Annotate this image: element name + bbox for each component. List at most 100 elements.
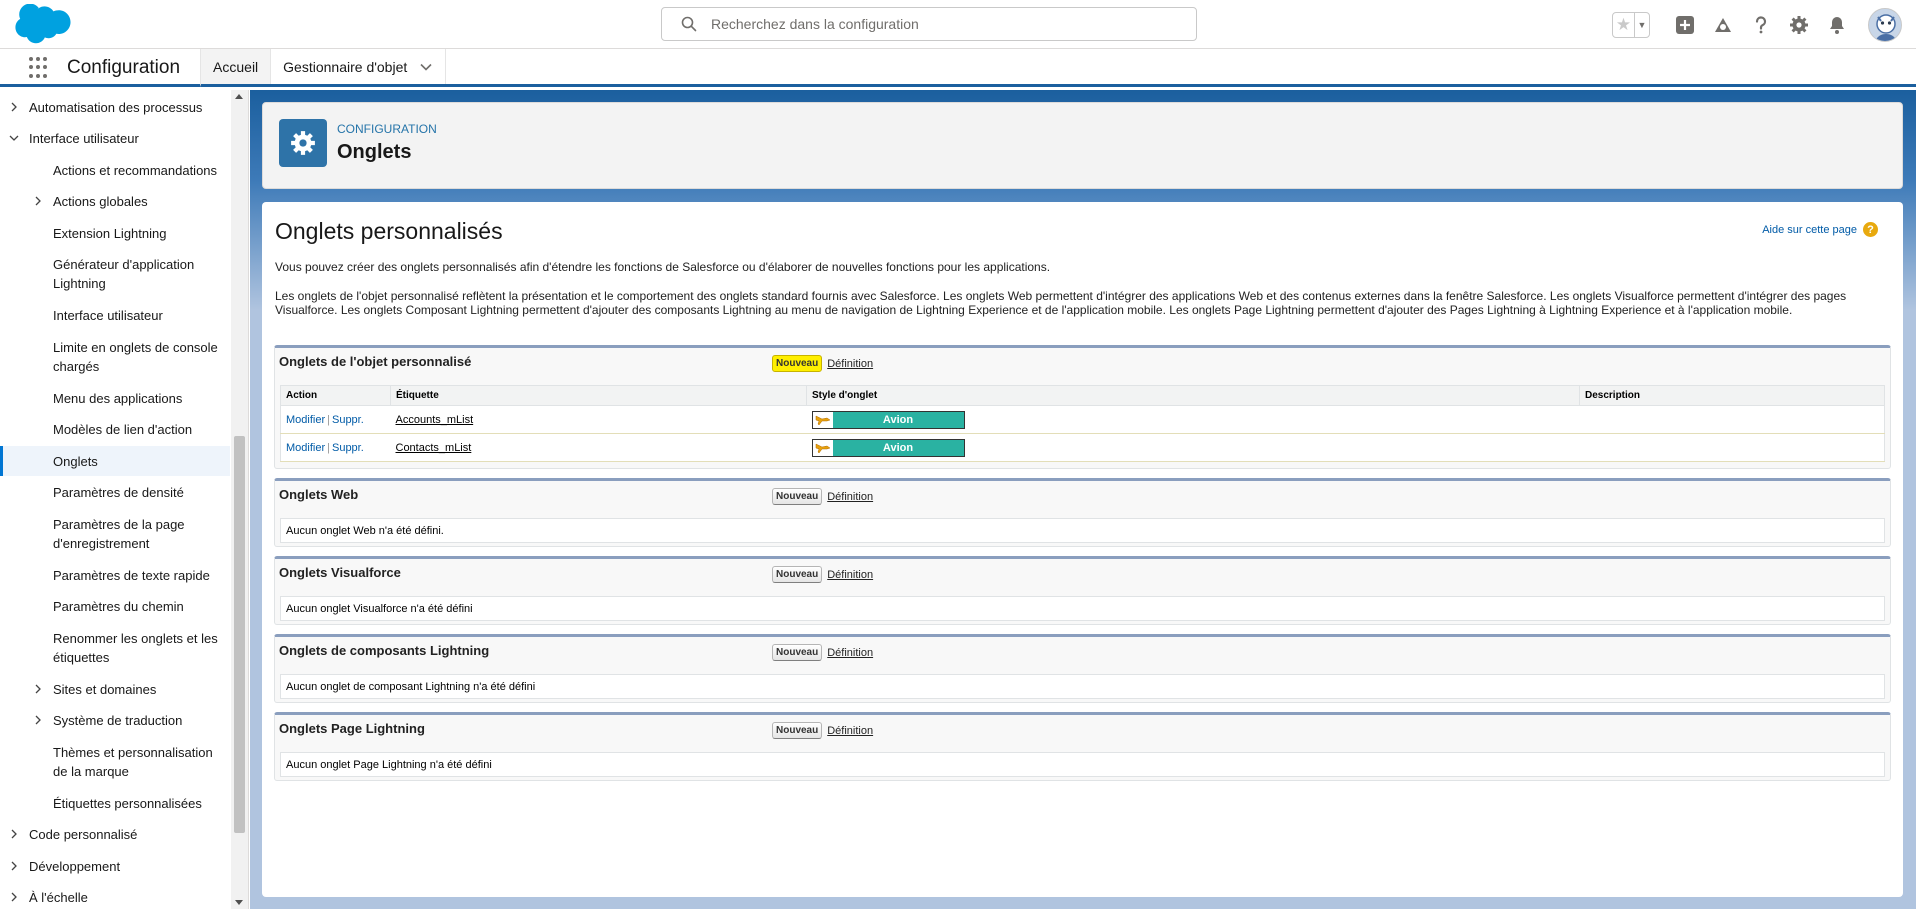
sidebar-item-label: Générateur d'application Lightning [53, 257, 195, 291]
intro-paragraph: Vous pouvez créer des onglets personnali… [275, 260, 1051, 274]
tab-object-manager[interactable]: Gestionnaire d'objet [270, 49, 447, 84]
sidebar-item-label: Actions et recommandations [53, 163, 218, 178]
app-launcher-waffle-icon[interactable] [29, 57, 51, 79]
sidebar-item-density-settings[interactable]: Paramètres de densité [0, 483, 230, 502]
global-actions-plus-icon[interactable] [1673, 13, 1697, 37]
sidebar-item-label: Modèles de lien d'action [53, 422, 193, 437]
airplane-icon [812, 411, 833, 428]
sidebar-item-app-menu[interactable]: Menu des applications [0, 389, 230, 408]
scrollbar-thumb[interactable] [234, 436, 245, 833]
section-title: Onglets Web [279, 487, 359, 502]
tab-accueil-label: Accueil [213, 58, 259, 75]
chevron-right-icon[interactable] [9, 892, 19, 902]
custom-object-tabs-section: Onglets de l'objet personnalisé Nouveau … [274, 345, 1891, 469]
setup-search-box[interactable] [661, 7, 1197, 41]
sidebar-item-action-link-templates[interactable]: Modèles de lien d'action [0, 420, 230, 439]
favorite-star-icon[interactable]: ★ [1613, 13, 1635, 37]
user-avatar[interactable] [1868, 8, 1902, 42]
chevron-down-icon[interactable] [419, 60, 433, 74]
sidebar-item-user-interface[interactable]: Interface utilisateur [0, 306, 230, 325]
sidebar-item-scale[interactable]: À l'échelle [0, 888, 230, 907]
favorites-dropdown-icon[interactable]: ▼ [1635, 13, 1649, 37]
setup-gear-icon[interactable] [1787, 13, 1811, 37]
sidebar-item-lightning-app-builder[interactable]: Générateur d'application Lightning [0, 255, 230, 293]
table-header-row: Action Étiquette Style d'onglet Descript… [280, 385, 1885, 406]
help-link-label: Aide sur cette page [1762, 223, 1857, 236]
empty-message: Aucun onglet Web n'a été défini. [280, 518, 1885, 543]
new-visualforce-tab-button[interactable]: Nouveau [772, 566, 823, 583]
action-cell: Modifier | Suppr. [280, 405, 391, 434]
sidebar-item-label: Limite en onglets de console chargés [53, 340, 218, 374]
column-header-action: Action [280, 385, 391, 406]
sidebar-item-actions-recommendations[interactable]: Actions et recommandations [0, 161, 230, 180]
sidebar-item-custom-code[interactable]: Code personnalisé [0, 825, 230, 844]
new-web-tab-button[interactable]: Nouveau [772, 488, 823, 505]
sidebar-item-path-settings[interactable]: Paramètres du chemin [0, 597, 230, 616]
salesforce-logo-icon[interactable] [14, 4, 72, 44]
scroll-down-arrow-icon[interactable] [235, 900, 243, 905]
label-cell: Contacts_mList [390, 433, 807, 462]
new-object-tab-button[interactable]: Nouveau [772, 355, 823, 372]
section-buttons: Nouveau Définition [772, 355, 873, 372]
chevron-right-icon[interactable] [9, 861, 19, 871]
edit-link[interactable]: Modifier [286, 414, 325, 426]
scroll-up-arrow-icon[interactable] [235, 94, 243, 99]
description-cell [1579, 433, 1885, 462]
chevron-right-icon[interactable] [9, 102, 19, 112]
trailhead-guidance-icon[interactable] [1711, 13, 1735, 37]
chevron-right-icon[interactable] [9, 829, 19, 839]
edit-link[interactable]: Modifier [286, 442, 325, 454]
chevron-down-icon[interactable] [9, 133, 19, 143]
action-separator: | [327, 413, 330, 426]
tab-style-cell: Avion [806, 433, 1580, 462]
search-input[interactable] [711, 16, 1196, 32]
sidebar-item-rename-tabs-labels[interactable]: Renommer les onglets et les étiquettes [0, 629, 230, 667]
definition-link[interactable]: Définition [827, 647, 873, 659]
notifications-bell-icon[interactable] [1825, 13, 1849, 37]
help-question-icon: ? [1863, 222, 1878, 237]
help-question-icon[interactable] [1749, 13, 1773, 37]
delete-link[interactable]: Suppr. [332, 442, 364, 454]
page-title: Onglets [337, 141, 412, 163]
chevron-right-icon[interactable] [33, 684, 43, 694]
definition-link[interactable]: Définition [827, 725, 873, 737]
label-cell: Accounts_mList [390, 405, 807, 434]
sidebar-item-themes-branding[interactable]: Thèmes et personnalisation de la marque [0, 743, 230, 781]
sidebar-item-record-page-settings[interactable]: Paramètres de la page d'enregistrement [0, 515, 230, 553]
chevron-right-icon[interactable] [33, 196, 43, 206]
empty-message: Aucun onglet de composant Lightning n'a … [280, 674, 1885, 699]
sidebar-item-quick-text-settings[interactable]: Paramètres de texte rapide [0, 566, 230, 585]
sidebar-scrollbar[interactable] [231, 90, 248, 909]
sidebar-item-development[interactable]: Développement [0, 857, 230, 876]
sidebar-item-lightning-extension[interactable]: Extension Lightning [0, 224, 230, 243]
delete-link[interactable]: Suppr. [332, 414, 364, 426]
airplane-icon [812, 439, 833, 456]
sidebar-item-global-actions[interactable]: Actions globales [0, 192, 230, 211]
definition-link[interactable]: Définition [827, 491, 873, 503]
page-header: CONFIGURATION Onglets [262, 102, 1903, 189]
sidebar-item-sites-domains[interactable]: Sites et domaines [0, 680, 230, 699]
sidebar-item-console-tab-limit[interactable]: Limite en onglets de console chargés [0, 338, 230, 376]
sidebar-item-custom-labels[interactable]: Étiquettes personnalisées [0, 794, 230, 813]
definition-link[interactable]: Définition [827, 569, 873, 581]
sidebar-item-label: Renommer les onglets et les étiquettes [53, 631, 218, 665]
new-lightning-component-tab-button[interactable]: Nouveau [772, 644, 823, 661]
new-lightning-page-tab-button[interactable]: Nouveau [772, 722, 823, 739]
sidebar-item-user-interface-group[interactable]: Interface utilisateur [0, 129, 230, 148]
chevron-right-icon[interactable] [33, 715, 43, 725]
app-navigation-bar: Configuration Accueil Gestionnaire d'obj… [0, 49, 1916, 87]
tab-label-link[interactable]: Contacts_mList [396, 442, 472, 454]
sidebar-item-label: Code personnalisé [29, 827, 138, 842]
sidebar-item-tabs[interactable]: Onglets [0, 446, 230, 476]
help-for-this-page-link[interactable]: Aide sur cette page ? [1762, 222, 1878, 237]
tab-style-swatch: Avion [811, 410, 965, 429]
empty-message: Aucun onglet Page Lightning n'a été défi… [280, 752, 1885, 777]
column-header-label: Étiquette [390, 385, 807, 406]
sidebar-item-label: Développement [29, 859, 121, 874]
sidebar-item-process-automation[interactable]: Automatisation des processus [0, 98, 230, 117]
sidebar-item-translation-workbench[interactable]: Système de traduction [0, 711, 230, 730]
app-name: Configuration [67, 57, 181, 78]
definition-link[interactable]: Définition [827, 358, 873, 370]
tab-accueil[interactable]: Accueil [200, 49, 271, 87]
tab-label-link[interactable]: Accounts_mList [396, 414, 474, 426]
